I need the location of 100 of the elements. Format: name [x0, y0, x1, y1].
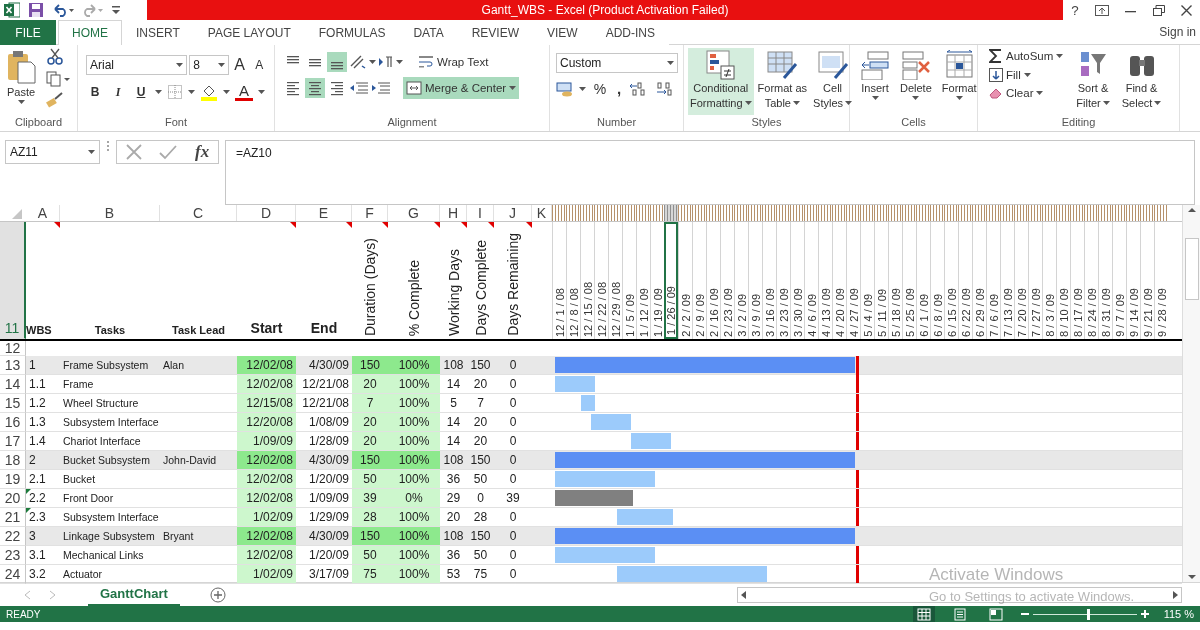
row-header[interactable]: 19	[0, 470, 26, 489]
column-header[interactable]: D	[237, 205, 296, 221]
column-header[interactable]	[832, 205, 846, 221]
column-header[interactable]	[720, 205, 734, 221]
more-options-icon[interactable]	[106, 140, 110, 152]
scissors-icon[interactable]	[46, 48, 64, 66]
column-header[interactable]	[916, 205, 930, 221]
decrease-indent-icon[interactable]	[349, 81, 369, 95]
column-header[interactable]: C	[160, 205, 237, 221]
ribbon-display-icon[interactable]	[1094, 4, 1109, 16]
zoom-out-icon[interactable]	[1021, 610, 1029, 618]
file-tab[interactable]: FILE	[0, 20, 56, 45]
help-button[interactable]: ?	[1071, 2, 1079, 18]
column-header[interactable]	[944, 205, 958, 221]
add-sheet-icon[interactable]	[209, 586, 226, 603]
column-header[interactable]	[748, 205, 762, 221]
column-header[interactable]: F	[352, 205, 388, 221]
column-header[interactable]	[860, 205, 874, 221]
row-header[interactable]: 20	[0, 489, 26, 508]
column-header[interactable]	[552, 205, 566, 221]
ribbon-button[interactable]: Format as Table	[755, 48, 810, 115]
zoom-in-icon[interactable]	[1141, 610, 1149, 618]
column-header[interactable]	[986, 205, 1000, 221]
column-header[interactable]	[706, 205, 720, 221]
font-size-dropdown[interactable]: 8	[189, 55, 229, 75]
column-header[interactable]: A	[26, 205, 60, 221]
underline-button[interactable]: U	[132, 85, 150, 99]
redo-icon[interactable]	[82, 3, 104, 17]
ribbon-button[interactable]: Cell Styles	[811, 48, 855, 115]
row-header[interactable]: 16	[0, 413, 26, 432]
close-icon[interactable]	[1180, 4, 1192, 16]
column-header[interactable]	[608, 205, 622, 221]
column-header[interactable]	[1112, 205, 1126, 221]
column-header[interactable]: I	[467, 205, 494, 221]
decrease-font-size-button[interactable]: A	[250, 58, 268, 72]
column-header[interactable]	[1084, 205, 1098, 221]
column-header[interactable]	[902, 205, 916, 221]
currency-icon[interactable]	[556, 80, 574, 97]
paragraph-direction-icon[interactable]	[378, 55, 394, 69]
restore-icon[interactable]	[1152, 4, 1165, 16]
left-align-icon[interactable]	[285, 80, 301, 96]
column-header[interactable]	[818, 205, 832, 221]
selected-cell[interactable]: 1 / 26 / 09	[664, 222, 678, 339]
column-header[interactable]	[734, 205, 748, 221]
ribbon-button[interactable]: Delete	[898, 48, 934, 115]
column-header[interactable]	[1000, 205, 1014, 221]
column-header[interactable]	[664, 205, 678, 221]
comma-style-button[interactable]: ,	[614, 80, 624, 97]
wrap-text-button[interactable]: Wrap Text	[415, 54, 492, 70]
fill-color-icon[interactable]	[200, 83, 218, 101]
font-name-dropdown[interactable]: Arial	[86, 55, 188, 75]
number-format-dropdown[interactable]: Custom	[556, 53, 678, 73]
borders-icon[interactable]	[167, 84, 183, 100]
normal-view-icon[interactable]	[917, 607, 931, 621]
column-header[interactable]	[636, 205, 650, 221]
increase-indent-icon[interactable]	[371, 81, 391, 95]
right-align-icon[interactable]	[329, 80, 345, 96]
column-header[interactable]: B	[60, 205, 160, 221]
spreadsheet-logo-icon[interactable]	[4, 2, 20, 18]
ribbon-button[interactable]: Find & Select	[1119, 48, 1164, 115]
column-header[interactable]	[1056, 205, 1070, 221]
paste-button[interactable]: Paste	[4, 48, 38, 115]
font-color-button[interactable]: A	[235, 83, 253, 101]
column-header[interactable]	[804, 205, 818, 221]
row-header[interactable]: 24	[0, 565, 26, 584]
cancel-icon[interactable]	[125, 144, 142, 160]
column-header[interactable]	[580, 205, 594, 221]
copy-icon[interactable]	[46, 71, 70, 87]
column-header[interactable]	[930, 205, 944, 221]
column-header[interactable]	[762, 205, 776, 221]
column-header[interactable]	[1042, 205, 1056, 221]
row-header[interactable]: 15	[0, 394, 26, 413]
column-header[interactable]	[692, 205, 706, 221]
percent-button[interactable]: %	[591, 80, 609, 97]
page-layout-icon[interactable]	[953, 607, 967, 621]
zoom-level[interactable]: 115 %	[1149, 608, 1200, 620]
bold-button[interactable]: B	[86, 85, 104, 99]
undo-icon[interactable]	[52, 3, 74, 17]
column-header[interactable]	[790, 205, 804, 221]
column-header[interactable]	[1126, 205, 1140, 221]
paintbrush-icon[interactable]	[46, 92, 64, 108]
clear-button[interactable]: Clear	[986, 86, 1067, 100]
row-header[interactable]: 23	[0, 546, 26, 565]
fill-button[interactable]: Fill	[986, 67, 1067, 83]
ribbon-button[interactable]: Format	[939, 48, 979, 115]
column-header[interactable]: H	[440, 205, 467, 221]
increase-font-size-button[interactable]: A	[230, 56, 249, 74]
column-header[interactable]	[972, 205, 986, 221]
column-header[interactable]	[594, 205, 608, 221]
row-header[interactable]: 11	[0, 222, 26, 339]
row-header[interactable]: 12	[0, 341, 26, 356]
name-box[interactable]: AZ11	[5, 140, 100, 164]
column-header[interactable]: G	[388, 205, 440, 221]
checkmark-icon[interactable]	[159, 144, 178, 160]
autosum-button[interactable]: AutoSum	[986, 48, 1067, 64]
column-header[interactable]	[1140, 205, 1154, 221]
row-header[interactable]: 17	[0, 432, 26, 451]
decrease-decimal-icon[interactable]	[654, 81, 674, 96]
column-header[interactable]	[566, 205, 580, 221]
ribbon-tab[interactable]: HOME	[58, 20, 122, 45]
